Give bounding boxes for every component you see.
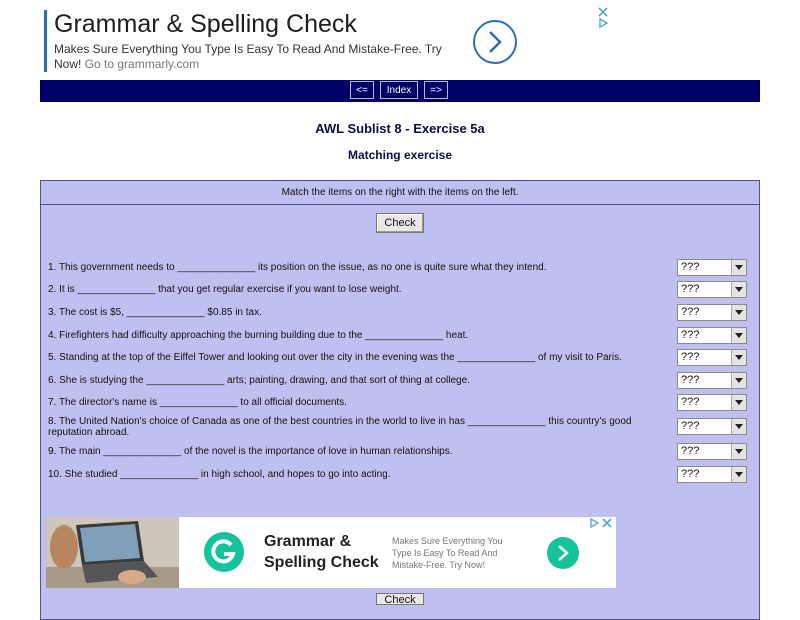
ad-title[interactable]: Grammar & Spelling Check	[54, 10, 357, 39]
dropdown-arrow-icon	[731, 395, 746, 410]
select-value: ???	[681, 329, 700, 341]
next-page-button[interactable]: =>	[424, 81, 448, 99]
instructions: Match the items on the right with the it…	[41, 181, 759, 205]
question-9: 9. The main ______________ of the novel …	[48, 446, 453, 457]
dropdown-arrow-icon	[731, 373, 746, 388]
bottom-check-button[interactable]: Check	[376, 593, 424, 605]
dropdown-arrow-icon	[731, 282, 746, 297]
ad-accent-bar	[44, 10, 47, 72]
index-button[interactable]: Index	[380, 81, 418, 99]
top-advertisement[interactable]: Grammar & Spelling Check Makes Sure Ever…	[44, 7, 614, 74]
answer-select-5[interactable]: ???	[677, 349, 747, 366]
chevron-right-icon	[558, 545, 569, 561]
question-6: 6. She is studying the ______________ ar…	[48, 375, 470, 386]
page-title: AWL Sublist 8 - Exercise 5a	[315, 121, 485, 136]
answer-select-8[interactable]: ???	[677, 418, 747, 435]
dropdown-arrow-icon	[731, 444, 746, 459]
grammarly-logo-icon	[204, 532, 244, 572]
select-value: ???	[681, 306, 700, 318]
question-1: 1. This government needs to ____________…	[48, 262, 547, 273]
answer-select-6[interactable]: ???	[677, 372, 747, 389]
select-value: ???	[681, 468, 700, 480]
dropdown-arrow-icon	[731, 467, 746, 482]
ad-description: Makes Sure Everything You Type Is Easy T…	[54, 42, 464, 72]
prev-page-button[interactable]: <=	[350, 81, 374, 99]
page-subtitle: Matching exercise	[347, 148, 453, 162]
ad-bottom-description: Makes Sure Everything You Type Is Easy T…	[392, 536, 503, 570]
ad-laptop-photo	[46, 517, 179, 588]
ad-go-button[interactable]	[473, 20, 517, 64]
ad-url[interactable]: Go to grammarly.com	[85, 57, 199, 71]
adchoices-close-icon[interactable]	[590, 517, 614, 529]
question-10: 10. She studied ______________ in high s…	[48, 469, 391, 480]
dropdown-arrow-icon	[731, 328, 746, 343]
answer-select-7[interactable]: ???	[677, 394, 747, 411]
question-3: 3. The cost is $5, ______________ $0.85 …	[48, 307, 262, 318]
select-value: ???	[681, 445, 700, 457]
dropdown-arrow-icon	[731, 260, 746, 275]
dropdown-arrow-icon	[731, 419, 746, 434]
answer-select-4[interactable]: ???	[677, 327, 747, 344]
select-value: ???	[681, 283, 700, 295]
question-5: 5. Standing at the top of the Eiffel Tow…	[48, 352, 622, 363]
select-value: ???	[681, 261, 700, 273]
answer-select-9[interactable]: ???	[677, 443, 747, 460]
answer-select-10[interactable]: ???	[677, 466, 747, 483]
select-value: ???	[681, 351, 700, 363]
navigation-bar: <= Index =>	[40, 80, 760, 102]
bottom-advertisement[interactable]: Grammar & Spelling Check Makes Sure Ever…	[46, 517, 616, 588]
question-4: 4. Firefighters had difficulty approachi…	[48, 330, 469, 341]
chevron-right-icon	[489, 31, 502, 53]
adchoices-close-icon[interactable]	[597, 6, 609, 30]
check-button[interactable]: Check	[376, 213, 424, 233]
ad-bottom-title[interactable]: Grammar & Spelling Check	[264, 531, 394, 573]
dropdown-arrow-icon	[731, 350, 746, 365]
question-2: 2. It is ______________ that you get reg…	[48, 284, 402, 295]
answer-select-3[interactable]: ???	[677, 304, 747, 321]
select-value: ???	[681, 374, 700, 386]
question-7: 7. The director's name is ______________…	[48, 397, 347, 408]
question-8: 8. The United Nation's choice of Canada …	[48, 416, 632, 438]
select-value: ???	[681, 420, 700, 432]
dropdown-arrow-icon	[731, 305, 746, 320]
select-value: ???	[681, 396, 700, 408]
answer-select-1[interactable]: ???	[677, 259, 747, 276]
ad-bottom-go-button[interactable]	[547, 537, 579, 569]
answer-select-2[interactable]: ???	[677, 281, 747, 298]
